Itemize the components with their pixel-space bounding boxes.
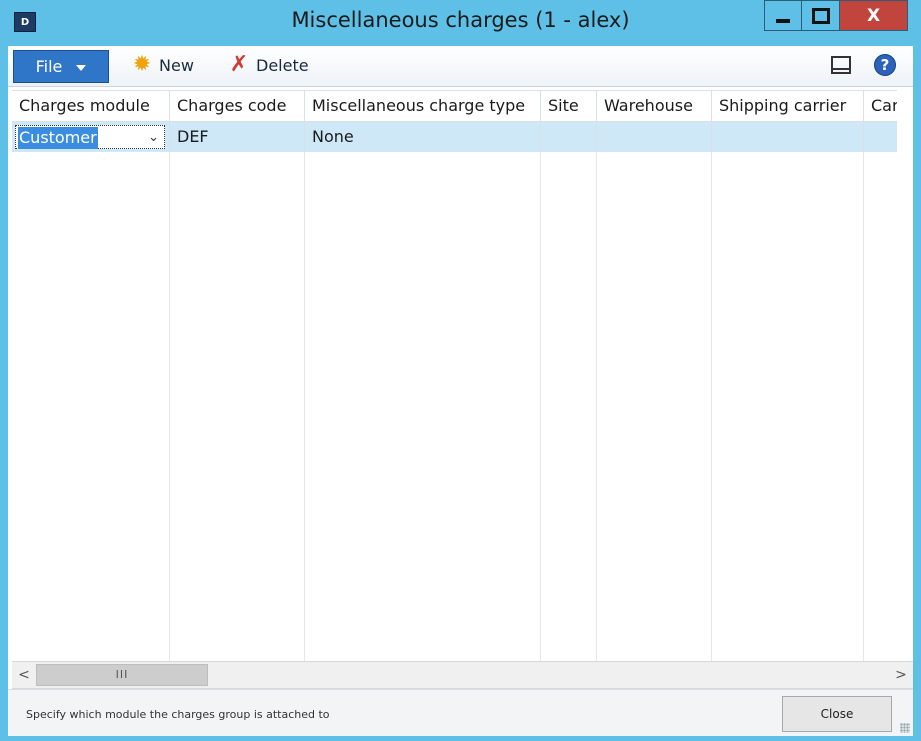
sun-icon: ✹ (132, 52, 152, 77)
maximize-button[interactable] (802, 0, 840, 31)
delete-button[interactable]: ✗ Delete (228, 54, 309, 76)
scroll-right-icon[interactable]: > (889, 662, 913, 688)
charges-module-cell[interactable]: Customer ⌄ (12, 122, 170, 152)
scrollbar-thumb[interactable]: III (36, 664, 208, 686)
column-divider (597, 152, 712, 662)
charges-module-value: Customer (18, 127, 98, 149)
new-button-label: New (159, 55, 194, 75)
close-icon: X (866, 5, 881, 26)
site-cell[interactable] (541, 122, 597, 152)
scroll-left-icon[interactable]: < (12, 662, 36, 688)
red-x-icon: ✗ (229, 52, 249, 77)
action-pane: File ✹ New ✗ Delete ? (8, 46, 913, 87)
minimize-button[interactable] (764, 0, 802, 31)
file-button[interactable]: File (13, 50, 109, 83)
window: D Miscellaneous charges (1 - alex) X Fil… (0, 0, 921, 741)
column-divider (305, 152, 541, 662)
delete-button-label: Delete (256, 55, 309, 75)
minimize-icon (776, 18, 790, 23)
resize-grip-icon[interactable] (900, 723, 910, 733)
client-area: File ✹ New ✗ Delete ? Charges module Cha… (8, 46, 913, 736)
close-window-button[interactable]: X (840, 0, 908, 31)
table-row[interactable]: Customer ⌄ DEF None (12, 122, 897, 152)
new-button[interactable]: ✹ New (131, 54, 194, 76)
warehouse-cell[interactable] (597, 122, 712, 152)
maximize-icon (811, 7, 830, 24)
charges-grid: Charges module Charges code Miscellaneou… (12, 90, 897, 662)
charges-module-dropdown[interactable]: Customer ⌄ (15, 125, 165, 149)
layout-icon[interactable] (831, 56, 851, 74)
column-divider (712, 152, 864, 662)
chevron-down-icon (76, 64, 87, 71)
horizontal-scrollbar[interactable]: < III > (12, 661, 913, 689)
column-header-charges-module[interactable]: Charges module (12, 91, 170, 121)
file-button-label: File (35, 57, 63, 76)
title-bar[interactable]: D Miscellaneous charges (1 - alex) X (0, 0, 921, 46)
column-header-site[interactable]: Site (541, 91, 597, 121)
field-help-text: Specify which module the charges group i… (26, 708, 330, 721)
column-header-shipping-carrier[interactable]: Shipping carrier (712, 91, 864, 121)
shipping-carrier-cell[interactable] (712, 122, 864, 152)
charges-code-cell[interactable]: DEF (170, 122, 305, 152)
misc-charge-type-cell[interactable]: None (305, 122, 541, 152)
column-header-misc-charge-type[interactable]: Miscellaneous charge type (305, 91, 541, 121)
column-header-warehouse[interactable]: Warehouse (597, 91, 712, 121)
column-divider (12, 152, 170, 662)
status-bar: Specify which module the charges group i… (8, 689, 913, 736)
help-icon[interactable]: ? (874, 54, 896, 76)
column-divider (170, 152, 305, 662)
grid-body (12, 152, 897, 662)
close-button[interactable]: Close (782, 696, 892, 732)
carrier-cell[interactable] (864, 122, 897, 152)
column-divider (541, 152, 597, 662)
column-header-charges-code[interactable]: Charges code (170, 91, 305, 121)
column-header-carrier[interactable]: Carri (864, 91, 897, 121)
chevron-down-icon[interactable]: ⌄ (148, 131, 159, 145)
grid-header: Charges module Charges code Miscellaneou… (12, 91, 897, 122)
